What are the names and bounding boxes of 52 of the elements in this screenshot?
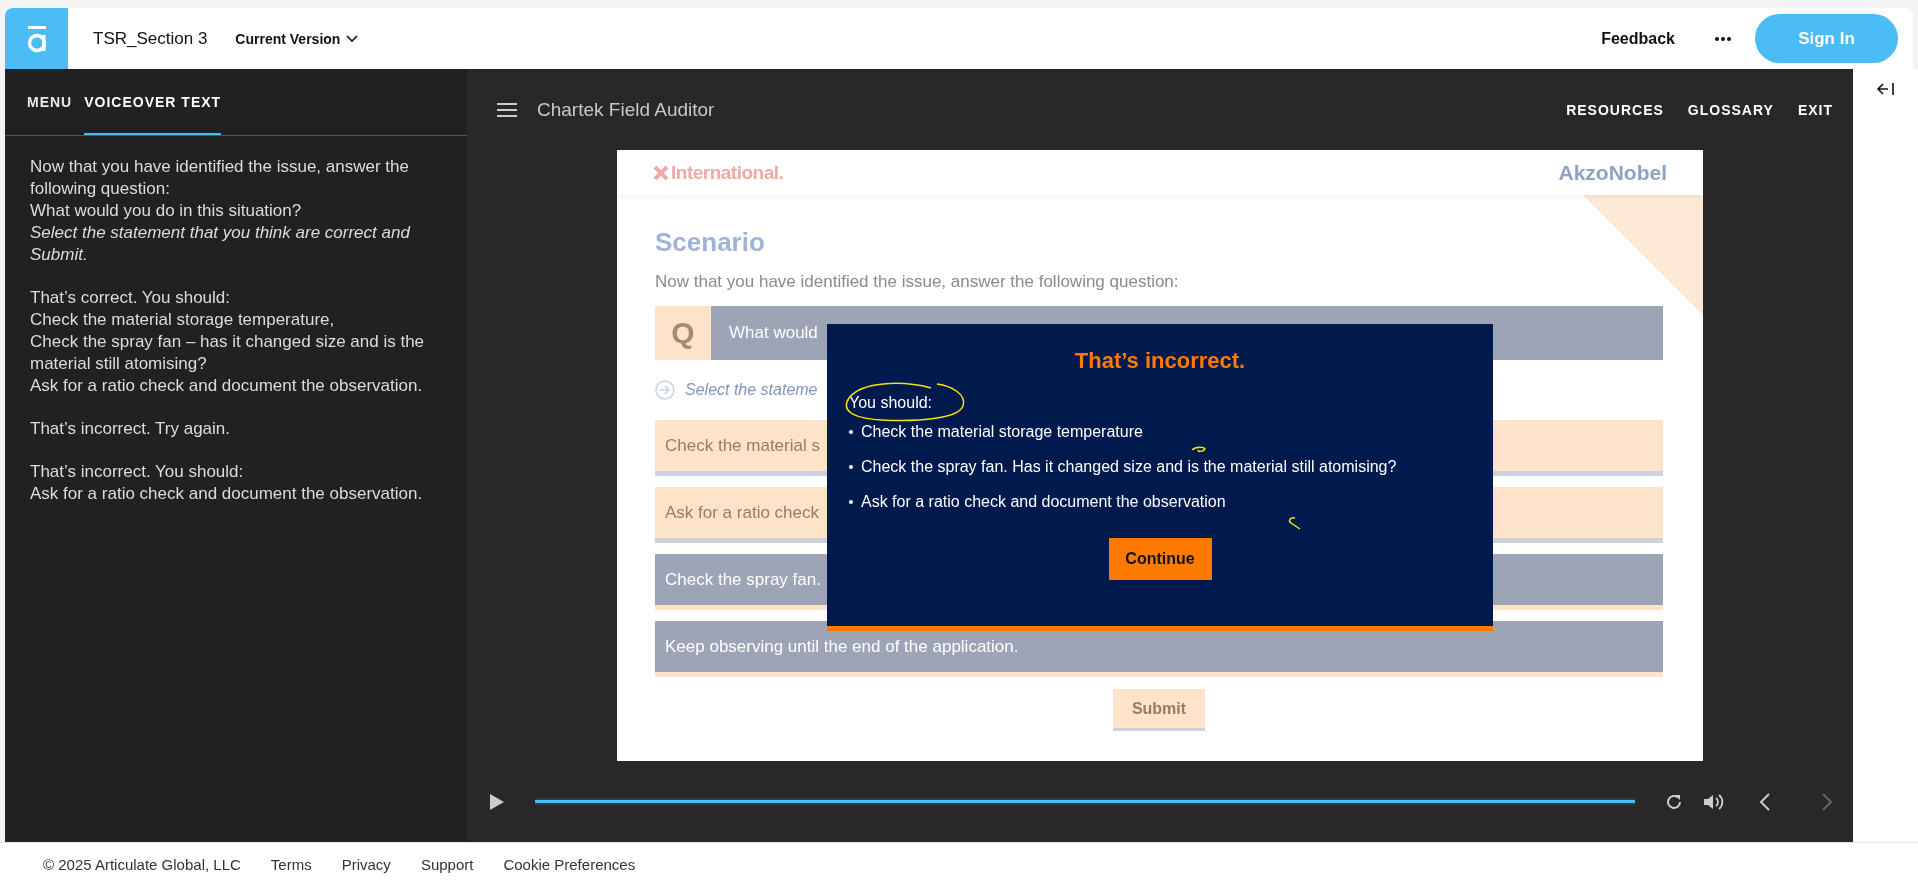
voiceover-line: Now that you have identified the issue, answer the following question: [30, 156, 410, 200]
bullet-icon [849, 465, 853, 469]
voiceover-line: That’s incorrect. You should: [30, 461, 245, 483]
dialog-bullet: Check the spray fan. Has it changed size and is the material still atomising? [861, 457, 1397, 477]
question-mark: Q [655, 306, 711, 360]
next-icon[interactable] [1821, 791, 1833, 812]
more-icon[interactable] [1715, 36, 1731, 41]
voiceover-line: What would you do in this situation? [30, 200, 303, 222]
player-title: Chartek Field Auditor [537, 98, 715, 121]
footer-link[interactable]: Cookie Preferences [503, 856, 636, 873]
voiceover-line: Ask for a ratio check and document the observation. [30, 375, 424, 397]
volume-icon[interactable] [1703, 792, 1725, 811]
dialog-bullet: Ask for a ratio check and document the observation [861, 492, 1226, 512]
ink-squiggle-drawing [1191, 446, 1207, 454]
dialog-lead: You should: [849, 394, 933, 412]
course-title: TSR_Section 3 [93, 28, 208, 49]
voiceover-line: Select the statement that you think are correct and Submit. [30, 222, 412, 266]
player-nav-link[interactable]: EXIT [1797, 101, 1833, 118]
slide-heading: Scenario [655, 227, 766, 258]
menu-icon[interactable] [497, 102, 517, 117]
play-icon[interactable] [489, 792, 505, 811]
voiceover-line: Ask for a ratio check and document the observation. [30, 483, 424, 505]
voiceover-line: Check the spray fan – has it changed size and is the material still atomising? [30, 331, 426, 375]
feedback-link[interactable]: Feedback [1601, 29, 1675, 48]
bullet-icon [849, 430, 853, 434]
brand-logo: International. [653, 161, 784, 184]
player-nav-link[interactable]: GLOSSARY [1687, 101, 1774, 118]
slide-intro: Now that you have identified the issue, answer the following question: [655, 272, 1180, 292]
arrow-circle-icon [655, 380, 675, 400]
replay-icon[interactable] [1665, 792, 1683, 811]
voiceover-line: That’s correct. You should: [30, 287, 232, 309]
instruction-text: Select the stateme [685, 381, 818, 399]
footer-link[interactable]: Privacy [341, 856, 391, 873]
voiceover-line: That’s incorrect. Try again. [30, 418, 231, 440]
player-nav-link[interactable]: RESOURCES [1566, 101, 1664, 118]
sidebar-tab[interactable]: VOICEOVER TEXT [84, 94, 222, 135]
sidebar-tab[interactable]: MENU [27, 94, 73, 135]
brand-logo: AkzoNobel [1558, 160, 1667, 185]
question-text: What would [728, 322, 818, 344]
previous-icon[interactable] [1759, 791, 1771, 812]
bullet-icon [849, 500, 853, 504]
copyright-text: © 2025 Articulate Global, LLC [43, 856, 241, 873]
footer-link[interactable]: Support [420, 856, 474, 873]
ink-squiggle-drawing [1287, 516, 1301, 530]
voiceover-line: Check the material storage temperature, [30, 309, 336, 331]
version-dropdown[interactable]: Current Version [229, 29, 365, 48]
chevron-down-icon [346, 34, 359, 43]
footer-link[interactable]: Terms [270, 856, 312, 873]
continue-button[interactable]: Continue [1108, 538, 1212, 580]
dialog-bullet: Check the material storage temperature [861, 422, 1143, 442]
collapse-icon[interactable] [1875, 81, 1896, 97]
dialog-title: That’s incorrect. [1073, 348, 1247, 374]
